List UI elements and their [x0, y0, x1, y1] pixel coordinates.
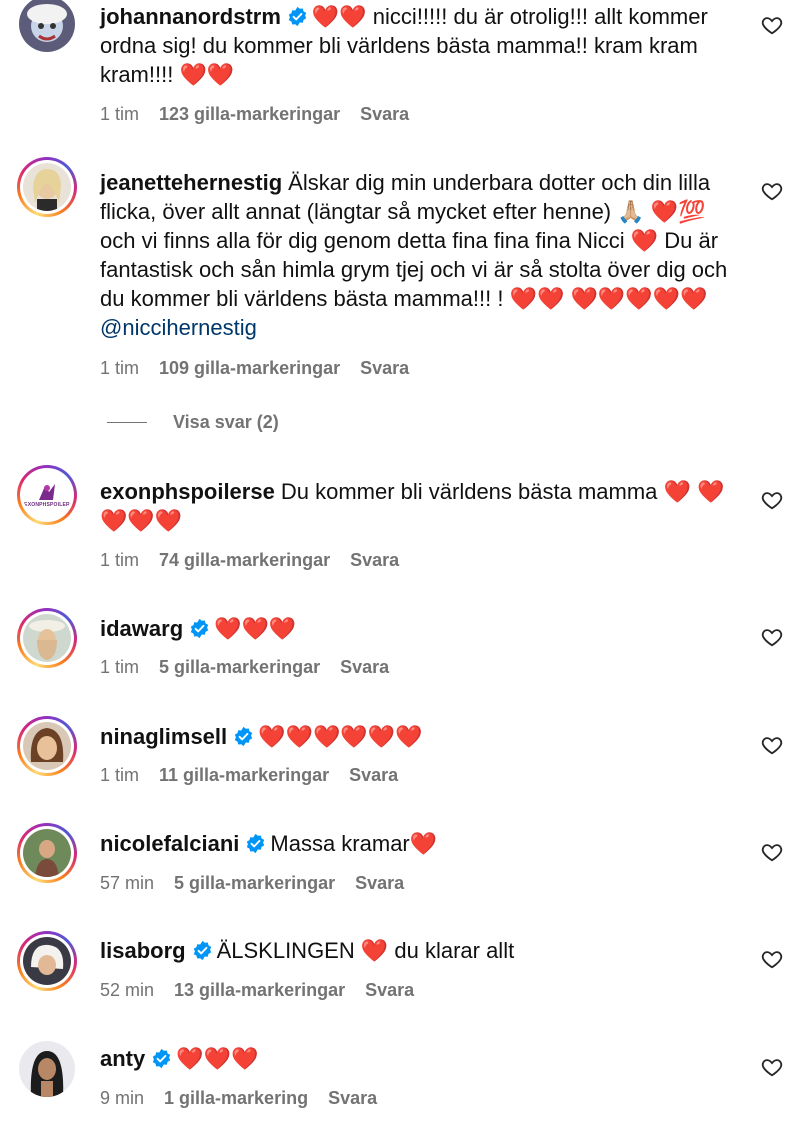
- comment-likes[interactable]: 1 gilla-markering: [164, 1088, 308, 1109]
- reply-button[interactable]: Svara: [355, 873, 404, 894]
- comment-likes[interactable]: 11 gilla-markeringar: [159, 765, 329, 786]
- comment-time: 1 tim: [100, 104, 140, 124]
- comment-likes[interactable]: 74 gilla-markeringar: [159, 550, 330, 571]
- view-replies-button[interactable]: Visa svar (2): [107, 412, 279, 433]
- avatar[interactable]: [17, 0, 77, 54]
- comment-username[interactable]: lisaborg: [100, 938, 186, 963]
- verified-badge-icon: [233, 725, 254, 747]
- comment-text: jeanettehernestig Älskar dig min underbar…: [100, 168, 740, 342]
- avatar[interactable]: [17, 157, 77, 217]
- comment-meta: 52 min 13 gilla-markeringar Svara: [100, 980, 414, 1001]
- comment-username[interactable]: idawarg: [100, 616, 183, 641]
- verified-badge-icon: [151, 1047, 172, 1069]
- heart-outline-icon[interactable]: [761, 180, 783, 202]
- avatar-logo-text: EXONPHSPOILER: [24, 502, 70, 508]
- comment-body: ❤️❤️❤️: [214, 616, 297, 641]
- reply-button[interactable]: Svara: [360, 358, 409, 379]
- comment-body: Massa kramar❤️: [270, 831, 438, 856]
- comment-username[interactable]: nicolefalciani: [100, 831, 239, 856]
- divider-line: [107, 422, 147, 423]
- comment-time: 52 min: [100, 980, 155, 1000]
- reply-button[interactable]: Svara: [349, 765, 398, 786]
- comment-meta: 1 tim 109 gilla-markeringar Svara: [100, 358, 409, 379]
- reply-button[interactable]: Svara: [328, 1088, 377, 1109]
- heart-outline-icon[interactable]: [761, 14, 783, 36]
- comment-body: ❤️❤️❤️: [176, 1046, 259, 1071]
- reply-button[interactable]: Svara: [365, 980, 414, 1001]
- comment-text: idawarg ❤️❤️❤️: [100, 614, 740, 643]
- reply-button[interactable]: Svara: [360, 104, 409, 125]
- comment-time: 1 tim: [100, 358, 140, 378]
- avatar[interactable]: [17, 1039, 77, 1099]
- comment-time: 9 min: [100, 1088, 145, 1108]
- comment-username[interactable]: anty: [100, 1046, 145, 1071]
- comment-username[interactable]: exonphspoilerse: [100, 479, 275, 504]
- comment-body: ÄLSKLINGEN ❤️ du klarar allt: [216, 938, 515, 963]
- avatar[interactable]: [17, 608, 77, 668]
- comment-time: 57 min: [100, 873, 155, 893]
- verified-badge-icon: [245, 832, 266, 854]
- comment-likes[interactable]: 5 gilla-markeringar: [159, 657, 320, 678]
- heart-outline-icon[interactable]: [761, 1056, 783, 1078]
- comment-likes[interactable]: 5 gilla-markeringar: [174, 873, 335, 894]
- comment-text: johannanordstrm ❤️❤️ nicci!!!!! du är otr…: [100, 2, 740, 89]
- comment-meta: 1 tim 123 gilla-markeringar Svara: [100, 104, 409, 125]
- comment-likes[interactable]: 13 gilla-markeringar: [174, 980, 345, 1001]
- comment-text: ninaglimsell ❤️❤️❤️❤️❤️❤️: [100, 722, 740, 751]
- comment-time: 1 tim: [100, 550, 140, 570]
- comment-time: 1 tim: [100, 657, 140, 677]
- reply-button[interactable]: Svara: [340, 657, 389, 678]
- comment-username[interactable]: ninaglimsell: [100, 724, 227, 749]
- heart-outline-icon[interactable]: [761, 948, 783, 970]
- comment-text: exonphspoilerse Du kommer bli världens bä…: [100, 477, 740, 535]
- verified-badge-icon: [287, 5, 308, 27]
- heart-outline-icon[interactable]: [761, 489, 783, 511]
- comment-username[interactable]: johannanordstrm: [100, 4, 281, 29]
- comment-meta: 1 tim 74 gilla-markeringar Svara: [100, 550, 399, 571]
- comment-meta: 9 min 1 gilla-markering Svara: [100, 1088, 377, 1109]
- comment-text: lisaborg ÄLSKLINGEN ❤️ du klarar allt: [100, 936, 740, 965]
- comment-meta: 1 tim 11 gilla-markeringar Svara: [100, 765, 398, 786]
- comment-body: ❤️❤️❤️❤️❤️❤️: [258, 724, 423, 749]
- comment-text: nicolefalciani Massa kramar❤️: [100, 829, 740, 858]
- heart-outline-icon[interactable]: [761, 734, 783, 756]
- comment-likes[interactable]: 109 gilla-markeringar: [159, 358, 340, 379]
- comment-meta: 57 min 5 gilla-markeringar Svara: [100, 873, 404, 894]
- comment-text: anty ❤️❤️❤️: [100, 1044, 740, 1073]
- view-replies-label: Visa svar (2): [173, 412, 279, 432]
- mention-link[interactable]: @niccihernestig: [100, 315, 257, 340]
- comment-time: 1 tim: [100, 765, 140, 785]
- verified-badge-icon: [189, 617, 210, 639]
- heart-outline-icon[interactable]: [761, 841, 783, 863]
- comment-likes[interactable]: 123 gilla-markeringar: [159, 104, 340, 125]
- verified-badge-icon: [192, 939, 213, 961]
- comment-meta: 1 tim 5 gilla-markeringar Svara: [100, 657, 389, 678]
- avatar[interactable]: [17, 716, 77, 776]
- heart-outline-icon[interactable]: [761, 626, 783, 648]
- avatar[interactable]: [17, 823, 77, 883]
- logo-icon: [39, 484, 55, 500]
- avatar[interactable]: EXONPHSPOILER: [17, 465, 77, 525]
- avatar[interactable]: [17, 931, 77, 991]
- reply-button[interactable]: Svara: [350, 550, 399, 571]
- comment-username[interactable]: jeanettehernestig: [100, 170, 282, 195]
